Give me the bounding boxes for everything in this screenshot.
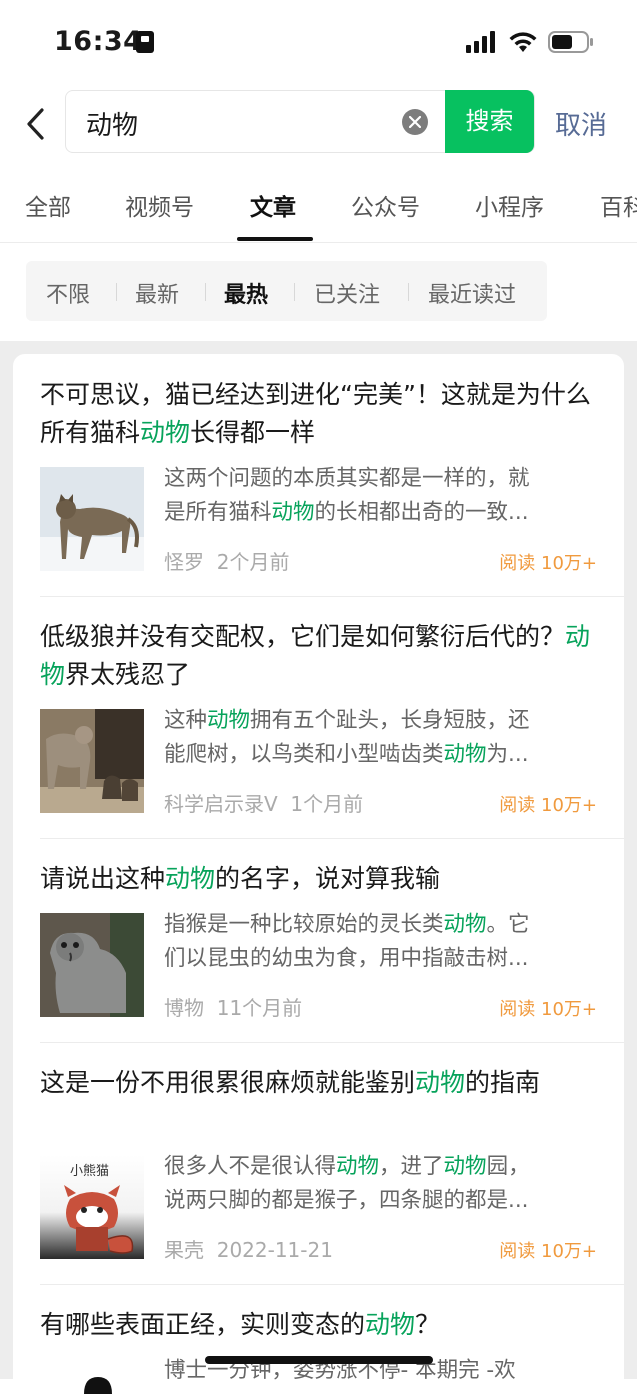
tab-official-accounts[interactable]: 公众号 (351, 188, 420, 222)
read-count: 阅读 10万+ (499, 999, 597, 1020)
sort-filter: 不限 最新 最热 已关注 最近读过 (26, 261, 547, 321)
article-time: 1个月前 (290, 792, 364, 816)
read-count: 阅读 10万+ (499, 553, 597, 574)
article-summary-line: 这种动物拥有五个趾头，长身短肢，还 (164, 708, 530, 733)
read-count: 阅读 10万+ (499, 795, 597, 816)
filter-divider (205, 283, 206, 301)
article-summary-line: 是所有猫科动物的长相都出奇的一致... (164, 500, 529, 525)
tab-channels[interactable]: 视频号 (125, 188, 194, 222)
filter-recently-read[interactable]: 最近读过 (428, 277, 516, 309)
article-meta: 科学启示录V 1个月前 (164, 788, 363, 817)
article-title: 有哪些表面正经，实则变态的动物？ (40, 1310, 441, 1339)
article-meta: 博物 11个月前 (164, 992, 302, 1021)
article-summary-line: 说两只脚的都是猴子，四条腿的都是... (164, 1188, 529, 1213)
results-card: 不可思议，猫已经达到进化“完美”！这就是为什么所有猫科动物长得都一样 这两个问题… (13, 354, 624, 1394)
article-author[interactable]: 果壳 (164, 1238, 204, 1262)
article-thumbnail (40, 709, 144, 813)
article-summary-line: 指猴是一种比较原始的灵长类动物。它 (164, 912, 530, 937)
tab-all[interactable]: 全部 (25, 188, 71, 222)
article-title: 低级狼并没有交配权，它们是如何繁衍后代的？动物界太残忍了 (40, 622, 591, 689)
article-thumbnail: 小熊猫 (40, 1155, 144, 1259)
filter-divider (116, 283, 117, 301)
article-time: 2022-11-21 (216, 1238, 333, 1262)
search-header: 搜索 取消 (0, 88, 637, 158)
article-title: 这是一份不用很累很麻烦就能鉴别动物的指南 (40, 1068, 541, 1097)
article-thumbnail (40, 913, 144, 1017)
article-title: 不可思议，猫已经达到进化“完美”！这就是为什么所有猫科动物长得都一样 (40, 380, 591, 447)
article-meta: 怪罗 2个月前 (164, 546, 289, 575)
article-author[interactable]: 怪罗 (164, 550, 204, 574)
article-thumbnail (40, 1359, 144, 1394)
article-result[interactable]: 低级狼并没有交配权，它们是如何繁衍后代的？动物界太残忍了 这种动物拥有五个趾头，… (13, 596, 624, 838)
battery-icon (548, 31, 593, 53)
search-input[interactable] (84, 107, 388, 139)
back-arrow-icon[interactable] (20, 104, 52, 144)
article-thumbnail (40, 467, 144, 571)
tab-mini-programs[interactable]: 小程序 (475, 188, 544, 222)
article-result[interactable]: 请说出这种动物的名字，说对算我输 指猴是一种比较原始的灵长类动物。它 们以昆虫的… (13, 838, 624, 1042)
article-summary-line: 很多人不是很认得动物，进了动物园， (164, 1154, 530, 1179)
filter-followed[interactable]: 已关注 (314, 277, 380, 309)
tab-encyclopedia[interactable]: 百科 (600, 188, 637, 222)
home-indicator[interactable] (205, 1356, 433, 1364)
article-result[interactable]: 不可思议，猫已经达到进化“完美”！这就是为什么所有猫科动物长得都一样 这两个问题… (13, 354, 624, 596)
article-summary-line: 们以昆虫的幼虫为食，用中指敲击树... (164, 946, 529, 971)
article-result[interactable]: 有哪些表面正经，实则变态的动物？ 博士一分钟，姿势涨不停- 本期完 -欢 (13, 1284, 624, 1394)
tab-articles[interactable]: 文章 (250, 188, 296, 222)
article-author[interactable]: 博物 (164, 996, 204, 1020)
filter-divider (294, 283, 295, 301)
active-tab-indicator (237, 237, 313, 241)
thumbnail-caption: 小熊猫 (70, 1163, 109, 1179)
filter-unlimited[interactable]: 不限 (46, 277, 90, 309)
sim-card-icon (136, 31, 154, 53)
article-time: 2个月前 (216, 550, 290, 574)
cellular-signal-icon (466, 31, 495, 53)
article-result[interactable]: 这是一份不用很累很麻烦就能鉴别动物的指南 小熊猫 很多人不是很认得动物，进了动物… (13, 1042, 624, 1284)
status-bar: 16:34 (0, 0, 637, 88)
category-tabs: 全部 视频号 文章 公众号 小程序 百科 (0, 170, 637, 243)
filter-divider (408, 283, 409, 301)
article-meta: 果壳 2022-11-21 (164, 1234, 333, 1263)
wifi-icon (509, 32, 537, 52)
article-title: 请说出这种动物的名字，说对算我输 (40, 864, 441, 893)
filter-hottest[interactable]: 最热 (224, 277, 268, 309)
clear-icon[interactable] (402, 109, 428, 135)
status-time: 16:34 (54, 26, 143, 57)
article-summary-line: 这两个问题的本质其实都是一样的，就 (164, 466, 530, 491)
search-button[interactable]: 搜索 (445, 90, 534, 153)
article-summary-line: 能爬树，以鸟类和小型啮齿类动物为... (164, 742, 529, 767)
cancel-button[interactable]: 取消 (555, 105, 607, 142)
filter-latest[interactable]: 最新 (135, 277, 179, 309)
filter-bar: 不限 最新 最热 已关注 最近读过 (0, 243, 637, 341)
read-count: 阅读 10万+ (499, 1241, 597, 1262)
article-author[interactable]: 科学启示录V (164, 792, 278, 816)
article-time: 11个月前 (216, 996, 303, 1020)
